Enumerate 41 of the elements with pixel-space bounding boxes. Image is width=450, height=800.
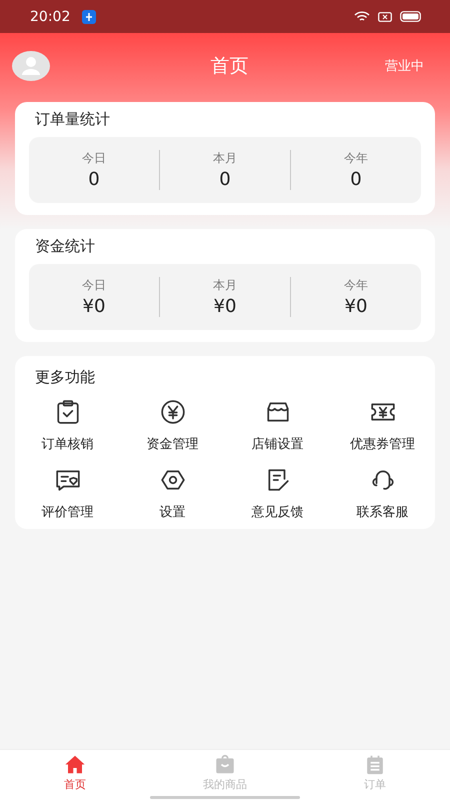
card-title: 更多功能 xyxy=(35,368,96,387)
function-label: 店铺设置 xyxy=(252,436,304,453)
stat-value: ¥0 xyxy=(82,296,106,317)
function-item[interactable]: 意见反馈 xyxy=(225,467,330,521)
battery-icon xyxy=(400,11,422,22)
stat-label: 本月 xyxy=(212,150,238,167)
stat-value: ¥0 xyxy=(212,296,238,317)
function-item[interactable]: 订单核销 xyxy=(15,399,120,453)
wifi-icon xyxy=(354,10,370,22)
page-title: 首页 xyxy=(210,54,250,79)
function-item[interactable]: 设置 xyxy=(120,467,225,521)
function-label: 资金管理 xyxy=(146,436,198,453)
stat-label: 今年 xyxy=(343,150,369,167)
stat-label: 今日 xyxy=(81,277,107,294)
stat-value: 0 xyxy=(349,169,363,190)
yen-circle-icon xyxy=(160,399,186,425)
function-item[interactable]: 资金管理 xyxy=(120,399,225,453)
function-label: 订单核销 xyxy=(42,436,94,453)
function-label: 意见反馈 xyxy=(252,504,304,521)
clipboard-check-icon xyxy=(54,399,80,425)
function-label: 优惠券管理 xyxy=(350,436,415,453)
function-label: 设置 xyxy=(160,504,186,521)
stat-label: 今年 xyxy=(343,277,369,294)
card-title: 订单量统计 xyxy=(35,110,111,129)
status-time: 20:02 xyxy=(30,8,70,24)
app-notification-icon xyxy=(82,10,96,24)
function-label: 联系客服 xyxy=(356,504,408,521)
function-item[interactable]: 评价管理 xyxy=(15,467,120,521)
stat-label: 本月 xyxy=(212,277,238,294)
stat-label: 今日 xyxy=(81,150,107,167)
stat-value: 0 xyxy=(87,169,101,190)
function-item[interactable]: 优惠券管理 xyxy=(330,399,435,453)
sim-icon xyxy=(378,12,392,22)
function-item[interactable]: 联系客服 xyxy=(330,467,435,521)
stat-value: ¥0 xyxy=(344,296,368,317)
card-title: 资金统计 xyxy=(35,237,96,256)
avatar-icon[interactable] xyxy=(12,51,50,81)
stat-value: 0 xyxy=(218,169,232,190)
tab[interactable]: 首页 xyxy=(0,750,150,792)
function-label: 评价管理 xyxy=(42,504,94,521)
function-item[interactable]: 店铺设置 xyxy=(225,399,330,453)
